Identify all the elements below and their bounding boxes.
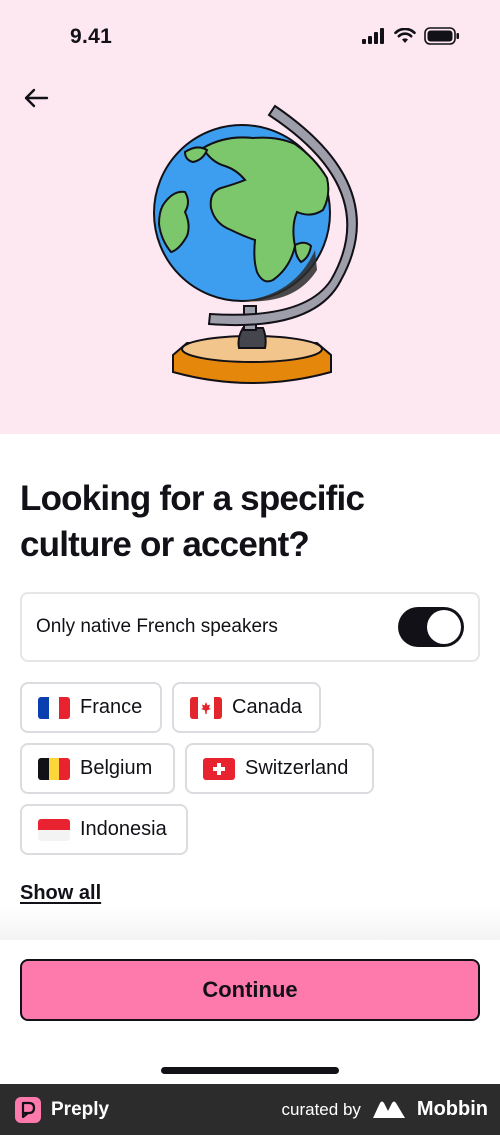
status-bar: 9.41: [0, 0, 500, 75]
status-icons: [362, 27, 460, 45]
country-chip-switzerland[interactable]: Switzerland: [185, 743, 374, 794]
show-all-link[interactable]: Show all: [20, 882, 101, 905]
curated-by-label: curated by: [281, 1099, 361, 1119]
footer: Preply curated by Mobbin: [0, 1084, 500, 1135]
country-chip-label: France: [80, 696, 143, 718]
country-chip-label: Canada: [232, 696, 303, 718]
country-chip-france[interactable]: France: [20, 682, 162, 733]
status-time: 9.41: [70, 25, 113, 48]
country-chip-label: Indonesia: [80, 818, 167, 840]
native-speakers-toggle[interactable]: [398, 607, 464, 647]
partner-name: Mobbin: [416, 1098, 488, 1120]
country-chip-canada[interactable]: Canada: [172, 682, 321, 733]
wifi-icon: [394, 28, 416, 43]
mobbin-logo-icon: [372, 1101, 405, 1118]
country-chip-label: Switzerland: [245, 757, 349, 779]
back-button[interactable]: [20, 82, 52, 114]
country-chip-label: Belgium: [80, 757, 153, 779]
country-chip-belgium[interactable]: Belgium: [20, 743, 175, 794]
flag-belgium-icon: [38, 757, 70, 780]
native-speakers-label: Only native French speakers: [36, 616, 278, 637]
bottom-fade: [0, 905, 500, 940]
flag-indonesia-icon: [38, 818, 70, 841]
home-indicator: [161, 1067, 339, 1074]
footer-brand-group: Preply: [15, 1096, 110, 1123]
flag-switzerland-icon: [203, 757, 235, 780]
native-speakers-card: Only native French speakers: [20, 592, 480, 662]
flag-france-icon: [38, 696, 70, 719]
globe-illustration: [153, 104, 358, 384]
cellular-signal-icon: [362, 28, 384, 44]
country-chip-indonesia[interactable]: Indonesia: [20, 804, 188, 855]
page-title: Looking for a specific culture or accent…: [20, 479, 365, 564]
preply-logo-icon: [15, 1096, 41, 1123]
footer-brand: Preply: [51, 1098, 110, 1120]
battery-icon: [424, 27, 459, 45]
footer-credit: curated by Mobbin: [282, 1098, 488, 1121]
continue-button[interactable]: Continue: [20, 959, 480, 1021]
flag-canada-icon: [190, 696, 222, 719]
toggle-knob: [427, 610, 461, 644]
arrow-left-icon: [24, 88, 49, 108]
